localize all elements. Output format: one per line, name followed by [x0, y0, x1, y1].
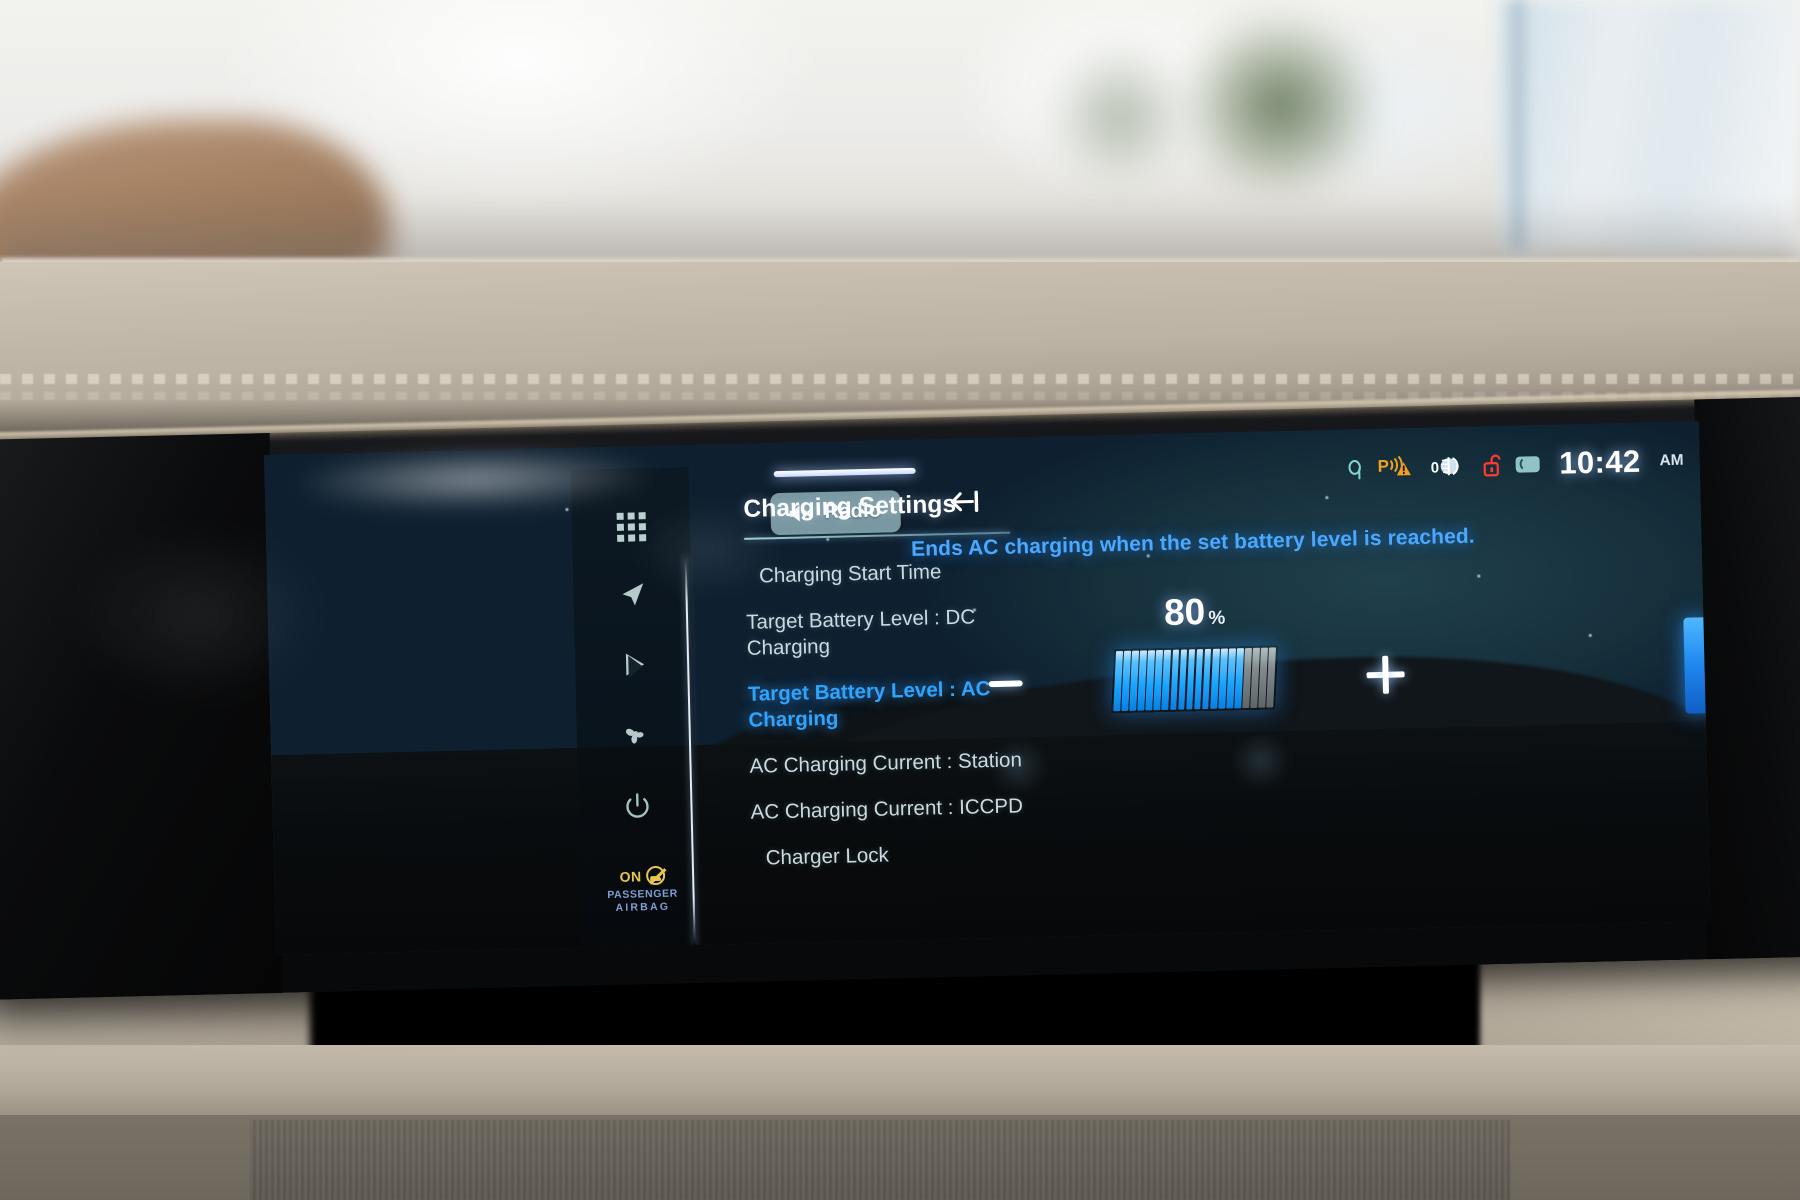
door-unlocked-icon: [1481, 452, 1502, 478]
apps-grid-icon: [616, 511, 646, 542]
battery-segment: [1185, 649, 1195, 710]
svg-text:0: 0: [1430, 459, 1439, 476]
airbag-state-label: ON: [619, 867, 642, 885]
battery-segment: [1161, 649, 1171, 711]
sidebar-item-apps[interactable]: [571, 497, 690, 556]
percent-symbol: %: [1208, 607, 1226, 629]
screen-card-icon: [1514, 454, 1540, 475]
sidebar-item-power[interactable]: [578, 779, 697, 838]
menu-item-ac-current-iccpd[interactable]: AC Charging Current : ICCPD: [750, 793, 1027, 825]
svg-text:P: P: [1377, 457, 1389, 476]
sidebar-item-climate[interactable]: [576, 707, 695, 766]
battery-segment: [1266, 647, 1276, 708]
airbag-label-line1: PASSENGER: [607, 887, 678, 902]
battery-segment: [1193, 649, 1203, 710]
navigation-arrow-icon: [617, 579, 648, 615]
media-play-icon: [620, 650, 649, 684]
clock-time: 10:42: [1558, 443, 1641, 481]
battery-level-bar[interactable]: [1111, 645, 1278, 713]
menu-item-ac-current-station[interactable]: AC Charging Current : Station: [749, 747, 1026, 779]
dashboard-stitching-row-1: [0, 374, 1800, 384]
sidebar-item-navigation[interactable]: [573, 567, 692, 626]
power-icon: [622, 791, 653, 827]
display-screen[interactable]: Radio P 0 10:42 AM ON PASSENGER AIRBAG C…: [264, 421, 1711, 956]
battery-segment: [1169, 649, 1179, 710]
parking-sensor-warning-icon: P: [1377, 454, 1418, 481]
increase-button[interactable]: [1366, 655, 1405, 694]
back-arrow-icon: [949, 489, 984, 519]
airbag-off-symbol-icon: [645, 865, 665, 886]
seat-fabric: [250, 1120, 1510, 1200]
bezel-right-panel: [1694, 395, 1800, 960]
bezel-left-panel: [0, 433, 283, 1001]
page-title: Charging Settings: [743, 490, 957, 523]
menu-item-charger-lock[interactable]: Charger Lock: [751, 839, 1028, 871]
left-sidebar: ON PASSENGER AIRBAG: [570, 467, 701, 956]
qi-wireless-charging-icon: [1346, 456, 1365, 480]
clock-meridiem: AM: [1659, 451, 1684, 470]
climate-fan-icon: [621, 720, 650, 754]
battery-segment: [1201, 648, 1211, 710]
airbag-label-line2: AIRBAG: [615, 900, 671, 914]
back-button[interactable]: [946, 488, 987, 519]
infotainment-display-slab: Radio P 0 10:42 AM ON PASSENGER AIRBAG C…: [0, 388, 1800, 1001]
decrease-button[interactable]: [988, 680, 1023, 688]
background-foliage-1: [1150, 0, 1410, 230]
photo-scene: Radio P 0 10:42 AM ON PASSENGER AIRBAG C…: [0, 0, 1800, 1200]
target-level-value: 80: [1163, 591, 1206, 633]
passenger-airbag-indicator: ON PASSENGER AIRBAG: [594, 865, 691, 913]
lower-console-trim: [0, 1045, 1800, 1115]
battery-segment: [1177, 649, 1187, 710]
status-bar: P 0 10:42 AM: [1346, 442, 1684, 488]
auto-headlight-icon: 0: [1430, 453, 1469, 480]
sidebar-item-media[interactable]: [575, 637, 694, 696]
